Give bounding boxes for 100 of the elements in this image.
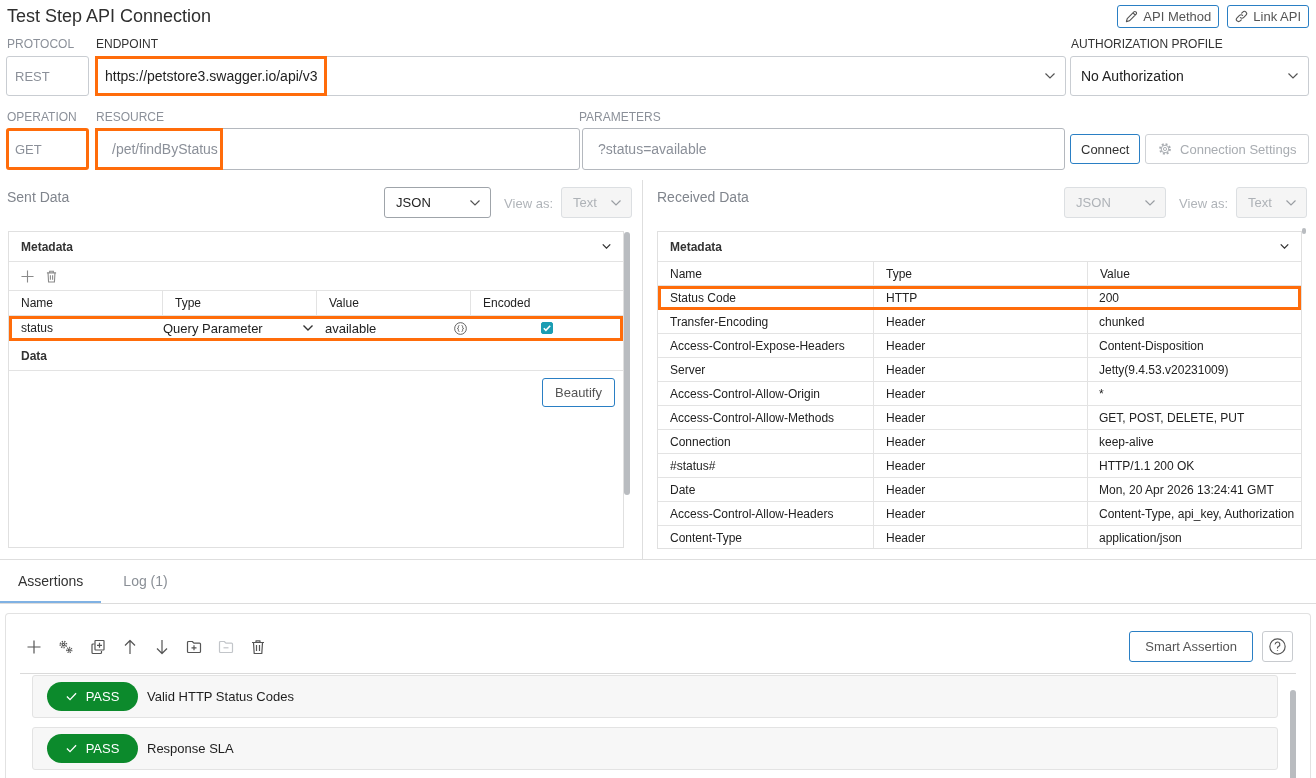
column-header: Value (1099, 265, 1131, 283)
table-cell: Header (874, 502, 1088, 525)
connect-button[interactable]: Connect (1070, 134, 1141, 164)
beautify-button[interactable]: Beautify (542, 378, 615, 407)
table-cell-text: chunked (1098, 313, 1146, 331)
table-row[interactable]: status Query Parameter available (9, 316, 623, 341)
panel-title: Received Data (657, 189, 749, 205)
field-label: AUTHORIZATION PROFILE (1071, 37, 1223, 51)
smart-assertion-button[interactable]: Smart Assertion (1129, 631, 1253, 662)
endpoint-value: https://petstore3.swagger.io/api/v3 (95, 56, 328, 96)
table-cell: Transfer-Encoding (658, 310, 874, 333)
table-cell: Access-Control-Allow-Headers (658, 502, 874, 525)
chevron-down-icon (1145, 199, 1156, 206)
parameters-value: ?status=available (597, 140, 708, 159)
chevron-down-icon (1045, 73, 1055, 79)
settings-icon (1158, 142, 1173, 156)
header-button[interactable]: Link API (1227, 4, 1309, 28)
table-cell-text: 200 (1098, 289, 1121, 307)
table-cell: Access-Control-Allow-Methods (658, 406, 874, 429)
view-as-label: View as: (504, 196, 553, 211)
assertion-name: Response SLA (147, 741, 234, 756)
copy-plus-icon[interactable] (90, 638, 106, 655)
table-cell: Header (874, 526, 1088, 548)
view-as-label: View as: (1179, 196, 1228, 211)
table-cell-text: HTTP/1.1 200 OK (1098, 457, 1196, 475)
metadata-header[interactable]: Metadata (9, 232, 623, 262)
column-header: Type (163, 291, 317, 315)
folder-plus-icon[interactable] (186, 638, 202, 655)
table-cell-text: application/json (1098, 529, 1183, 547)
metadata-header[interactable]: Metadata (658, 232, 1301, 262)
table-cell: Status Code (658, 286, 874, 309)
column-header: Encoded (482, 295, 532, 312)
scrollbar[interactable] (1290, 690, 1296, 778)
gears-icon[interactable] (58, 638, 74, 655)
table-cell: Header (874, 454, 1088, 477)
chevron-down-icon (303, 325, 313, 331)
scrollbar[interactable] (624, 232, 630, 495)
table-cell: HTTP (874, 286, 1088, 309)
trash-icon[interactable] (250, 638, 266, 655)
plus-icon[interactable] (21, 269, 34, 283)
arrow-up-icon[interactable] (122, 638, 138, 655)
column-header: Name (658, 262, 874, 285)
table-cell: Connection (658, 430, 874, 453)
resource-value: /pet/findByStatus (95, 128, 223, 170)
table-cell-text: Content-Disposition (1098, 337, 1205, 355)
type-select[interactable]: Query Parameter (163, 317, 317, 339)
panel-title: Sent Data (7, 189, 70, 205)
table-cell: Header (874, 478, 1088, 501)
assertion-row[interactable]: PASS Response SLA (32, 727, 1278, 770)
column-header: Name (9, 291, 163, 315)
plus-icon[interactable] (26, 638, 42, 655)
format-select[interactable]: JSON (384, 187, 492, 218)
section-title: Data (21, 348, 47, 363)
assertion-name: Valid HTTP Status Codes (147, 689, 294, 704)
table-cell-text: status (20, 320, 54, 337)
table-cell-text: keep-alive (1098, 433, 1155, 451)
table-cell-text: GET, POST, DELETE, PUT (1098, 409, 1246, 427)
trash-icon[interactable] (46, 269, 57, 283)
value-field[interactable]: available (317, 317, 471, 339)
header-button[interactable]: API Method (1117, 4, 1220, 28)
page-title: Test Step API Connection (7, 5, 212, 27)
table-cell: Header (874, 334, 1088, 357)
table-cell: Content-Type (658, 526, 874, 548)
braces-icon[interactable] (454, 321, 467, 335)
assertion-row[interactable]: PASS Valid HTTP Status Codes (32, 675, 1278, 718)
endpoint-select[interactable]: https://petstore3.swagger.io/api/v3 (95, 56, 1066, 96)
link-icon (1235, 9, 1249, 23)
help-button[interactable] (1262, 631, 1293, 662)
pencil-icon (1125, 9, 1139, 23)
table-cell: #status# (658, 454, 874, 477)
table-cell: Date (658, 478, 874, 501)
status-label: PASS (85, 689, 120, 704)
table-cell: Header (874, 406, 1088, 429)
column-header: Type (874, 262, 1088, 285)
chevron-down-icon (1286, 199, 1296, 206)
chevron-down-icon (470, 199, 481, 206)
table-cell: Header (874, 358, 1088, 381)
status-label: PASS (85, 741, 120, 756)
table-cell: Header (874, 382, 1088, 405)
table-cell: Access-Control-Expose-Headers (658, 334, 874, 357)
table-cell-text: Jetty(9.4.53.v20231009) (1098, 361, 1230, 379)
arrow-down-icon[interactable] (154, 638, 170, 655)
chevron-down-icon (1288, 73, 1298, 79)
check-icon (65, 692, 77, 701)
table-cell: Header (874, 310, 1088, 333)
scrollbar[interactable] (1302, 228, 1306, 234)
authorization-select[interactable]: No Authorization (1070, 56, 1309, 96)
table-cell: Header (874, 430, 1088, 453)
table-cell-text: * (1098, 385, 1105, 403)
field-label: PARAMETERS (579, 110, 661, 124)
tab[interactable]: Assertions (0, 560, 102, 603)
help-icon (1269, 638, 1286, 655)
check-icon (65, 744, 77, 753)
checkbox[interactable] (541, 322, 553, 334)
field-label: OPERATION (7, 110, 77, 124)
field-label: RESOURCE (96, 110, 164, 124)
table-cell-text: Mon, 20 Apr 2026 13:24:41 GMT (1098, 481, 1275, 499)
table-cell: Server (658, 358, 874, 381)
field-label: PROTOCOL (7, 37, 75, 51)
table-cell: Access-Control-Allow-Origin (658, 382, 874, 405)
